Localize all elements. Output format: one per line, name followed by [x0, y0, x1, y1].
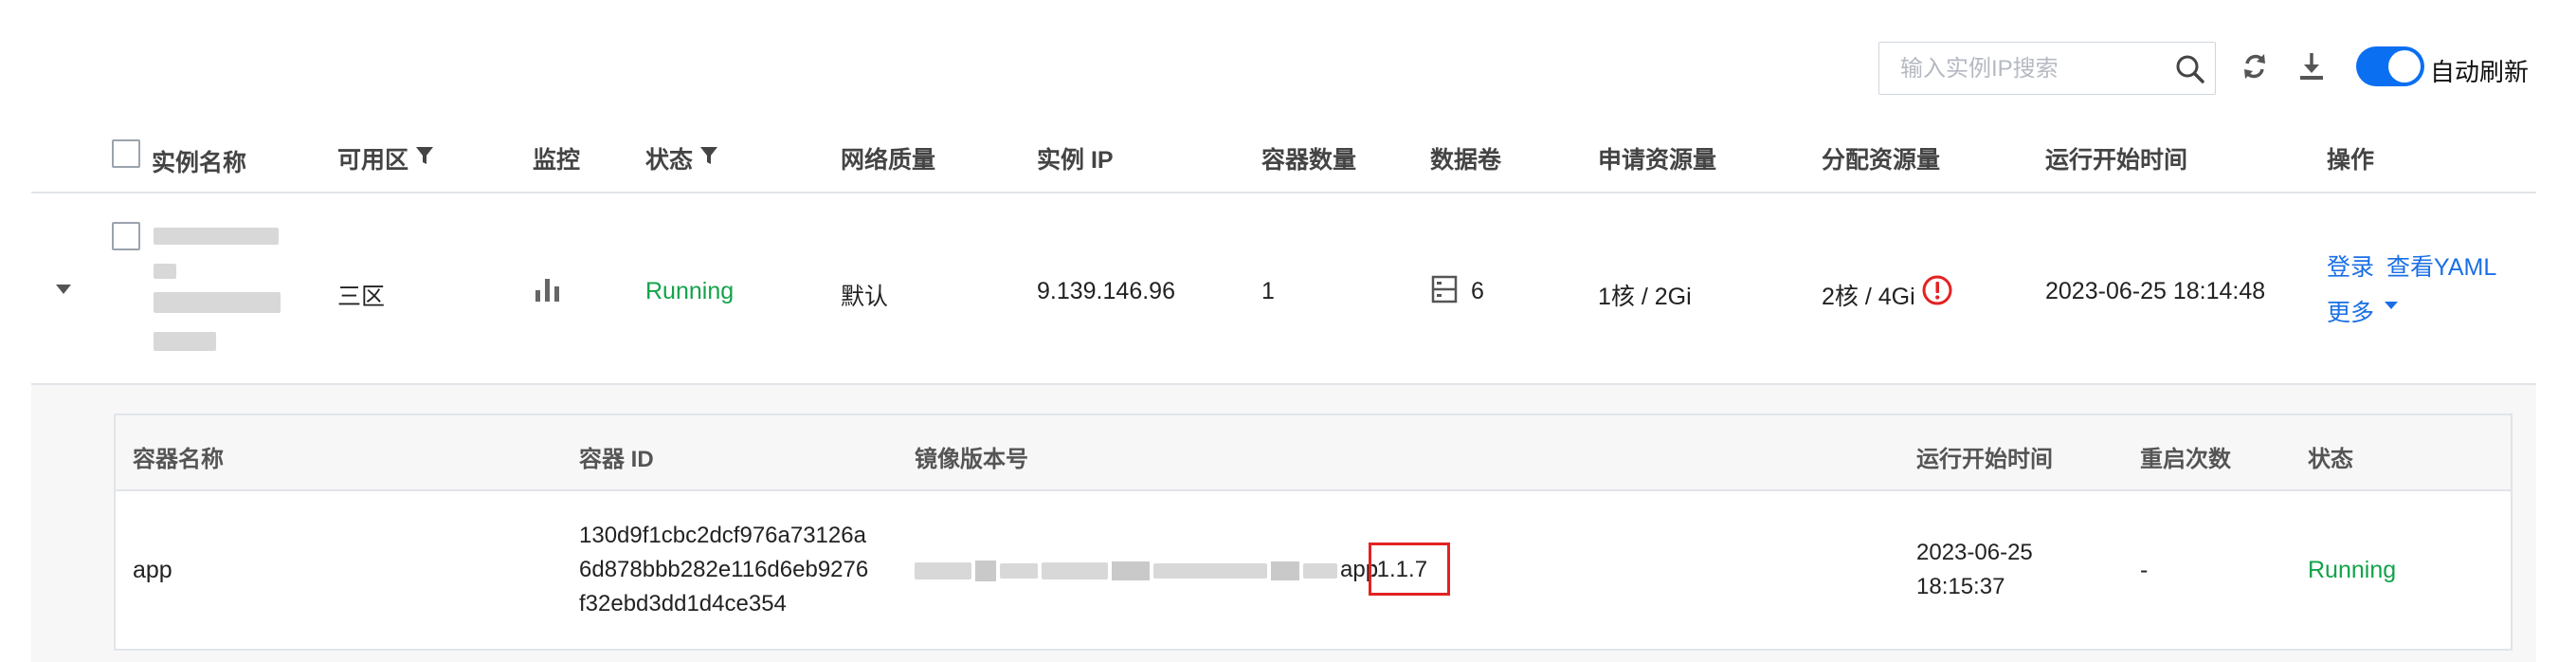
- status-filter-icon[interactable]: [699, 145, 718, 166]
- zone-filter-icon[interactable]: [415, 145, 434, 166]
- more-menu-link[interactable]: 更多: [2327, 294, 2374, 328]
- container-name: app: [133, 557, 172, 583]
- containers-value: 1: [1261, 278, 1275, 304]
- header-status[interactable]: 状态: [645, 141, 693, 175]
- monitor-chart-icon[interactable]: [534, 275, 562, 303]
- volume-icon: [1431, 275, 1458, 303]
- login-link[interactable]: 登录: [2327, 248, 2374, 283]
- container-start-date: 2023-06-25: [1916, 540, 2033, 565]
- container-restarts: -: [2140, 557, 2149, 583]
- header-requested: 申请资源量: [1598, 147, 1717, 174]
- more-chevron-down-icon[interactable]: [2384, 300, 2399, 311]
- search-icon[interactable]: [2175, 54, 2205, 84]
- auto-refresh-label: 自动刷新: [2430, 58, 2530, 86]
- container-id-line1: 130d9f1cbc2dcf976a73126a: [579, 523, 866, 548]
- auto-refresh-toggle[interactable]: [2356, 46, 2424, 86]
- search-box[interactable]: [1878, 42, 2216, 96]
- header-containers: 容器数量: [1261, 147, 1357, 174]
- container-start-clock: 18:15:37: [1916, 574, 2005, 599]
- ip-value: 9.139.146.96: [1037, 278, 1175, 304]
- sub-header-name: 容器名称: [133, 447, 224, 472]
- image-path-redacted: [915, 560, 1339, 582]
- container-id-line2: 6d878bbb282e116d6eb9276: [579, 557, 869, 582]
- sub-header-status: 状态: [2308, 447, 2353, 472]
- header-volumes: 数据卷: [1430, 147, 1502, 174]
- header-start-time: 运行开始时间: [2045, 147, 2188, 174]
- search-input[interactable]: [1898, 43, 2158, 96]
- expand-row-icon[interactable]: [55, 284, 72, 295]
- sub-header-restarts: 重启次数: [2140, 447, 2231, 472]
- volumes-value[interactable]: 6: [1471, 278, 1484, 305]
- sub-header-start-time: 运行开始时间: [1916, 447, 2053, 472]
- header-divider: [31, 192, 2536, 193]
- header-network: 网络质量: [841, 147, 936, 174]
- sub-header-image: 镜像版本号: [915, 447, 1028, 472]
- refresh-icon[interactable]: [2240, 51, 2269, 82]
- header-ip: 实例 IP: [1037, 147, 1114, 174]
- header-actions: 操作: [2327, 147, 2375, 174]
- status-badge: Running: [645, 278, 735, 304]
- view-yaml-link[interactable]: 查看YAML: [2386, 248, 2496, 283]
- download-icon[interactable]: [2297, 51, 2326, 82]
- header-zone[interactable]: 可用区: [337, 141, 408, 175]
- sub-header-id: 容器 ID: [579, 447, 654, 472]
- select-all-checkbox[interactable]: [112, 139, 140, 168]
- containers-header-divider: [116, 489, 2511, 491]
- start-time-value: 2023-06-25 18:14:48: [2045, 278, 2266, 304]
- image-tag-highlight-box: [1369, 542, 1450, 596]
- network-value: 默认: [841, 284, 889, 310]
- header-monitor: 监控: [533, 147, 581, 174]
- container-id-line3: f32ebd3dd1d4ce354: [579, 591, 787, 616]
- header-allocated: 分配资源量: [1822, 147, 1941, 174]
- header-instance-name[interactable]: 实例名称: [152, 144, 246, 178]
- allocated-value: 2核 / 4Gi: [1822, 284, 1915, 310]
- requested-value: 1核 / 2Gi: [1598, 284, 1692, 310]
- alert-icon[interactable]: [1922, 275, 1952, 305]
- instance-name-redacted[interactable]: [150, 226, 282, 359]
- zone-value: 三区: [337, 284, 386, 310]
- row-checkbox[interactable]: [112, 222, 140, 250]
- container-status-badge: Running: [2308, 557, 2397, 583]
